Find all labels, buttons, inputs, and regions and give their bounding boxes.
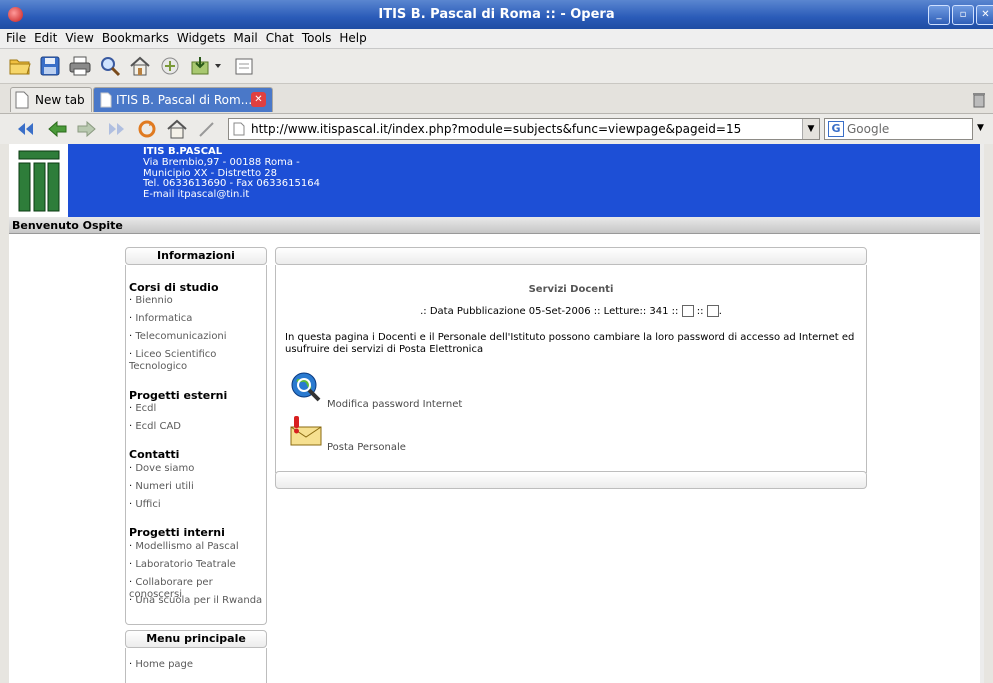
open-folder-icon[interactable] bbox=[8, 54, 32, 78]
notes-icon[interactable] bbox=[232, 54, 256, 78]
search-placeholder: Google bbox=[847, 122, 890, 136]
sidebar-info-title: Informazioni bbox=[125, 247, 267, 265]
globe-search-icon[interactable] bbox=[289, 370, 323, 404]
forward-icon[interactable] bbox=[76, 119, 98, 139]
content-bottom-bar bbox=[275, 471, 867, 489]
google-icon: G bbox=[828, 121, 844, 137]
back-icon[interactable] bbox=[46, 119, 68, 139]
tab-new[interactable]: New tab bbox=[10, 87, 92, 112]
menu-view[interactable]: View bbox=[61, 29, 97, 48]
link-ecdl[interactable]: · Ecdl bbox=[129, 403, 156, 415]
link-rwanda[interactable]: · Una scuola per il Rwanda bbox=[129, 595, 262, 607]
chevron-down-icon[interactable] bbox=[212, 54, 224, 78]
sidebar-menu-title: Menu principale bbox=[125, 630, 267, 648]
content-title: Servizi Docenti bbox=[528, 284, 614, 295]
menu-mail[interactable]: Mail bbox=[229, 29, 261, 48]
page-icon bbox=[100, 92, 112, 108]
web-page: ITIS B.PASCAL Via Brembio,97 - 00188 Rom… bbox=[9, 144, 984, 683]
trash-icon[interactable] bbox=[970, 90, 988, 108]
toolbar bbox=[0, 49, 993, 84]
site-logo bbox=[9, 144, 68, 217]
address-bar: http://www.itispascal.it/index.php?modul… bbox=[0, 114, 993, 145]
page-icon bbox=[233, 122, 245, 136]
section-progetti-esterni: Progetti esterni bbox=[129, 389, 228, 402]
link-dove-siamo[interactable]: · Dove siamo bbox=[129, 463, 194, 475]
minimize-button[interactable]: _ bbox=[928, 5, 950, 25]
menu-bookmarks[interactable]: Bookmarks bbox=[98, 29, 173, 48]
section-corsi: Corsi di studio bbox=[129, 281, 219, 294]
download-icon[interactable] bbox=[188, 54, 212, 78]
menu-widgets[interactable]: Widgets bbox=[173, 29, 230, 48]
menu-bar: File Edit View Bookmarks Widgets Mail Chat Tool… bbox=[0, 29, 993, 49]
section-contatti: Contatti bbox=[129, 448, 180, 461]
school-info: ITIS B.PASCAL Via Brembio,97 - 00188 Rom… bbox=[143, 146, 320, 201]
section-progetti-interni: Progetti interni bbox=[129, 526, 225, 539]
tab-label: New tab bbox=[35, 93, 85, 107]
link-modifica-password[interactable]: Modifica password Internet bbox=[327, 399, 462, 410]
link-telecomunicazioni[interactable]: · Telecomunicazioni bbox=[129, 331, 227, 343]
wand-icon[interactable] bbox=[196, 119, 218, 139]
menu-help[interactable]: Help bbox=[335, 29, 370, 48]
page-icon bbox=[15, 91, 29, 109]
home-icon[interactable] bbox=[166, 119, 188, 139]
welcome-bar: Benvenuto Ospite bbox=[9, 217, 984, 234]
rewind-icon[interactable] bbox=[14, 119, 36, 139]
link-uffici[interactable]: · Uffici bbox=[129, 499, 161, 511]
mail-icon[interactable] bbox=[289, 415, 323, 447]
link-numeri-utili[interactable]: · Numeri utili bbox=[129, 481, 194, 493]
school-email: E-mail itpascal@tin.it bbox=[143, 189, 250, 201]
menu-file[interactable]: File bbox=[0, 29, 30, 48]
link-informatica[interactable]: · Informatica bbox=[129, 313, 192, 325]
content-top-bar bbox=[275, 247, 867, 265]
right-frame bbox=[984, 144, 993, 683]
sidebar-info-box: Corsi di studio · Biennio · Informatica … bbox=[125, 265, 267, 625]
content-box: Servizi Docenti .: Data Pubblicazione 05… bbox=[275, 265, 867, 473]
print-icon[interactable] bbox=[68, 54, 92, 78]
tab-bar: New tab ITIS B. Pascal di Rom... ✕ bbox=[0, 84, 993, 114]
tab-itis-pascal[interactable]: ITIS B. Pascal di Rom... ✕ bbox=[93, 87, 273, 112]
school-address: Via Brembio,97 - 00188 Roma - bbox=[143, 156, 300, 168]
url-text: http://www.itispascal.it/index.php?modul… bbox=[251, 122, 742, 136]
link-ecdl-cad[interactable]: · Ecdl CAD bbox=[129, 421, 181, 433]
menu-tools[interactable]: Tools bbox=[298, 29, 336, 48]
url-input[interactable]: http://www.itispascal.it/index.php?modul… bbox=[228, 118, 820, 140]
content-description: In questa pagina i Docenti e il Personal… bbox=[285, 332, 855, 355]
reload-icon[interactable] bbox=[136, 119, 158, 139]
pdf-icon[interactable] bbox=[706, 305, 719, 317]
itis-logo-icon bbox=[18, 150, 60, 212]
link-liceo[interactable]: · Liceo Scientifico Tecnologico bbox=[129, 349, 249, 373]
link-posta-personale[interactable]: Posta Personale bbox=[327, 442, 406, 453]
maximize-button[interactable]: ▫ bbox=[952, 5, 974, 25]
window-title-bar: ITIS B. Pascal di Roma :: - Opera _ ▫ ✕ bbox=[0, 0, 993, 29]
search-dropdown-icon[interactable]: ▼ bbox=[977, 123, 984, 133]
content-meta: .: Data Pubblicazione 05-Set-2006 :: Let… bbox=[420, 305, 722, 317]
home-icon[interactable] bbox=[128, 54, 152, 78]
link-home-page[interactable]: · Home page bbox=[129, 659, 193, 671]
menu-edit[interactable]: Edit bbox=[30, 29, 61, 48]
link-biennio[interactable]: · Biennio bbox=[129, 295, 173, 307]
link-modellismo[interactable]: · Modellismo al Pascal bbox=[129, 541, 239, 553]
window-title: ITIS B. Pascal di Roma :: - Opera bbox=[378, 7, 615, 22]
close-tab-icon[interactable]: ✕ bbox=[251, 92, 266, 107]
save-icon[interactable] bbox=[38, 54, 62, 78]
close-button[interactable]: ✕ bbox=[976, 5, 993, 25]
link-laboratorio[interactable]: · Laboratorio Teatrale bbox=[129, 559, 236, 571]
site-header: ITIS B.PASCAL Via Brembio,97 - 00188 Rom… bbox=[9, 144, 984, 217]
feed-icon[interactable] bbox=[158, 54, 182, 78]
url-dropdown-icon[interactable]: ▼ bbox=[802, 119, 819, 139]
left-panel-handle[interactable] bbox=[0, 144, 9, 683]
sidebar-menu-box: · Home page bbox=[125, 648, 267, 683]
fast-forward-icon[interactable] bbox=[106, 119, 128, 139]
search-icon[interactable] bbox=[98, 54, 122, 78]
search-input[interactable]: G Google bbox=[824, 118, 973, 140]
menu-chat[interactable]: Chat bbox=[262, 29, 298, 48]
tab-label: ITIS B. Pascal di Rom... bbox=[116, 93, 253, 107]
print-icon[interactable] bbox=[681, 305, 694, 317]
